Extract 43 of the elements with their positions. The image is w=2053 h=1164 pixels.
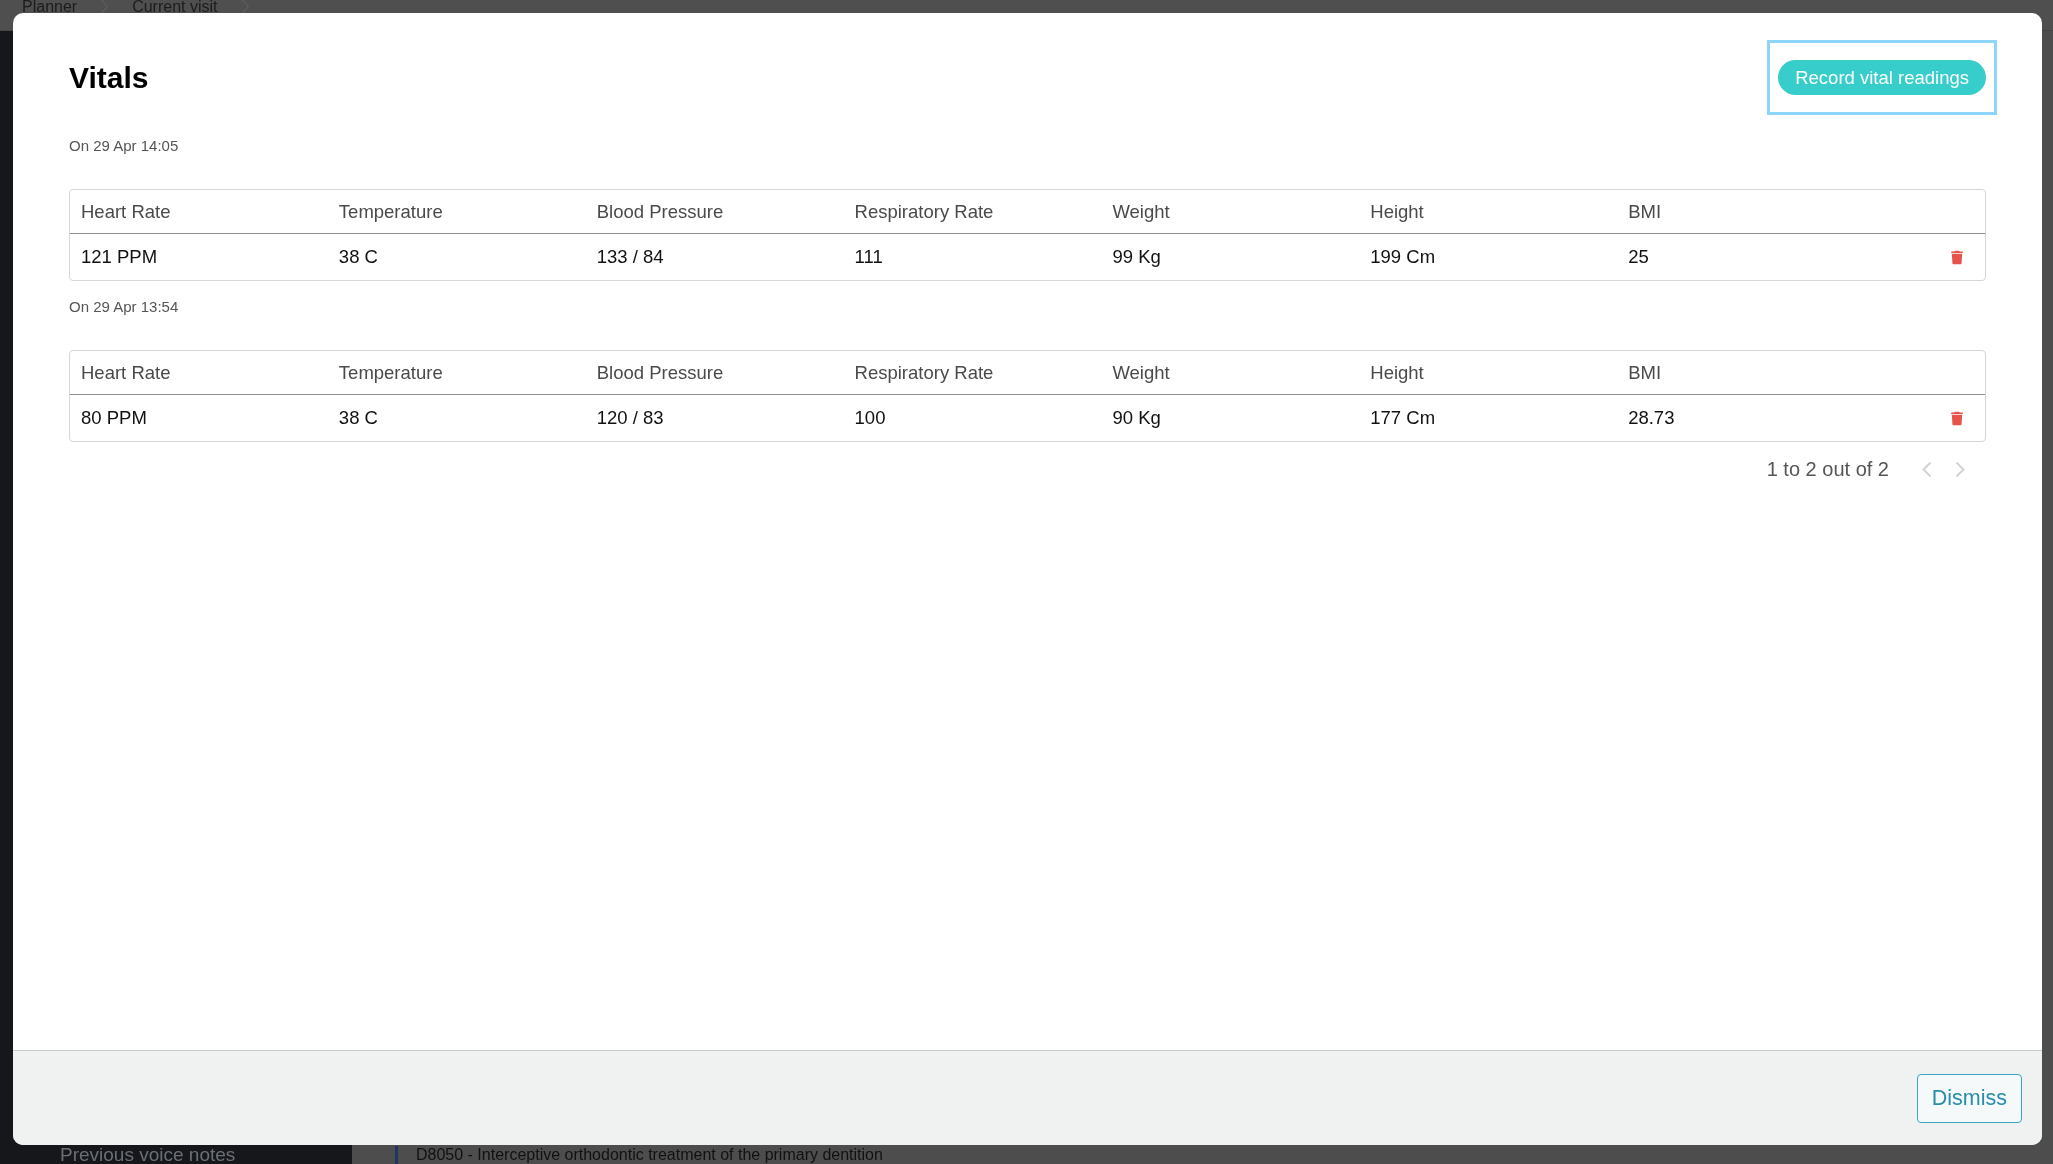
column-header: Blood Pressure (595, 200, 724, 223)
table-cell-text: 25 (1627, 246, 1649, 268)
delete-button[interactable] (1951, 249, 1963, 265)
table-cell-text: 80 PPM (80, 407, 147, 429)
breadcrumb-separator-icon (241, 0, 249, 13)
column-header: Respiratory Rate (853, 361, 994, 384)
column-header: Height (1369, 361, 1424, 384)
column-header: BMI (1627, 361, 1662, 384)
table-cell-text: 199 Cm (1369, 246, 1436, 268)
column-header: Weight (1111, 361, 1170, 384)
table-cell-text: 111 (853, 246, 883, 268)
breadcrumb-separator-icon (101, 0, 109, 13)
delete-button[interactable] (1951, 410, 1963, 426)
chevron-right-icon (1955, 460, 1965, 478)
column-header: Heart Rate (80, 361, 171, 384)
table-cell-text: 38 C (337, 407, 378, 429)
column-header: BMI (1627, 200, 1662, 223)
trash-icon (1951, 410, 1963, 426)
chevron-left-icon (1922, 460, 1932, 478)
record-vital-readings-button[interactable]: Record vital readings (1778, 60, 1986, 95)
column-header: Height (1369, 200, 1424, 223)
column-header: Weight (1111, 200, 1170, 223)
trash-icon (1951, 249, 1963, 265)
sidebar-item[interactable]: Previous voice notes (60, 1146, 352, 1164)
table-cell-text: 90 Kg (1111, 407, 1161, 429)
dismiss-button[interactable]: Dismiss (1916, 1073, 2022, 1123)
column-header: Blood Pressure (595, 361, 724, 384)
column-header: Temperature (337, 200, 443, 223)
column-header: Temperature (337, 361, 443, 384)
table-cell-text: 177 Cm (1369, 407, 1436, 429)
pagination-summary: 1 to 2 out of 2 (1766, 457, 1889, 481)
reading-date: On 29 Apr 13:54 (69, 298, 180, 316)
table-cell-text: 120 / 83 (595, 407, 664, 429)
table-cell-text: 99 Kg (1111, 246, 1161, 268)
column-header: Respiratory Rate (853, 200, 994, 223)
table-cell-text: 38 C (337, 246, 378, 268)
table-cell-text: 28.73 (1627, 407, 1675, 429)
table-cell-text: 133 / 84 (595, 246, 664, 268)
reading-date: On 29 Apr 14:05 (69, 137, 180, 155)
table-cell-text: 121 PPM (80, 246, 158, 268)
table-cell-text: 100 (853, 407, 886, 429)
column-header: Heart Rate (80, 200, 171, 223)
dialog-title: Vitals (69, 59, 149, 96)
